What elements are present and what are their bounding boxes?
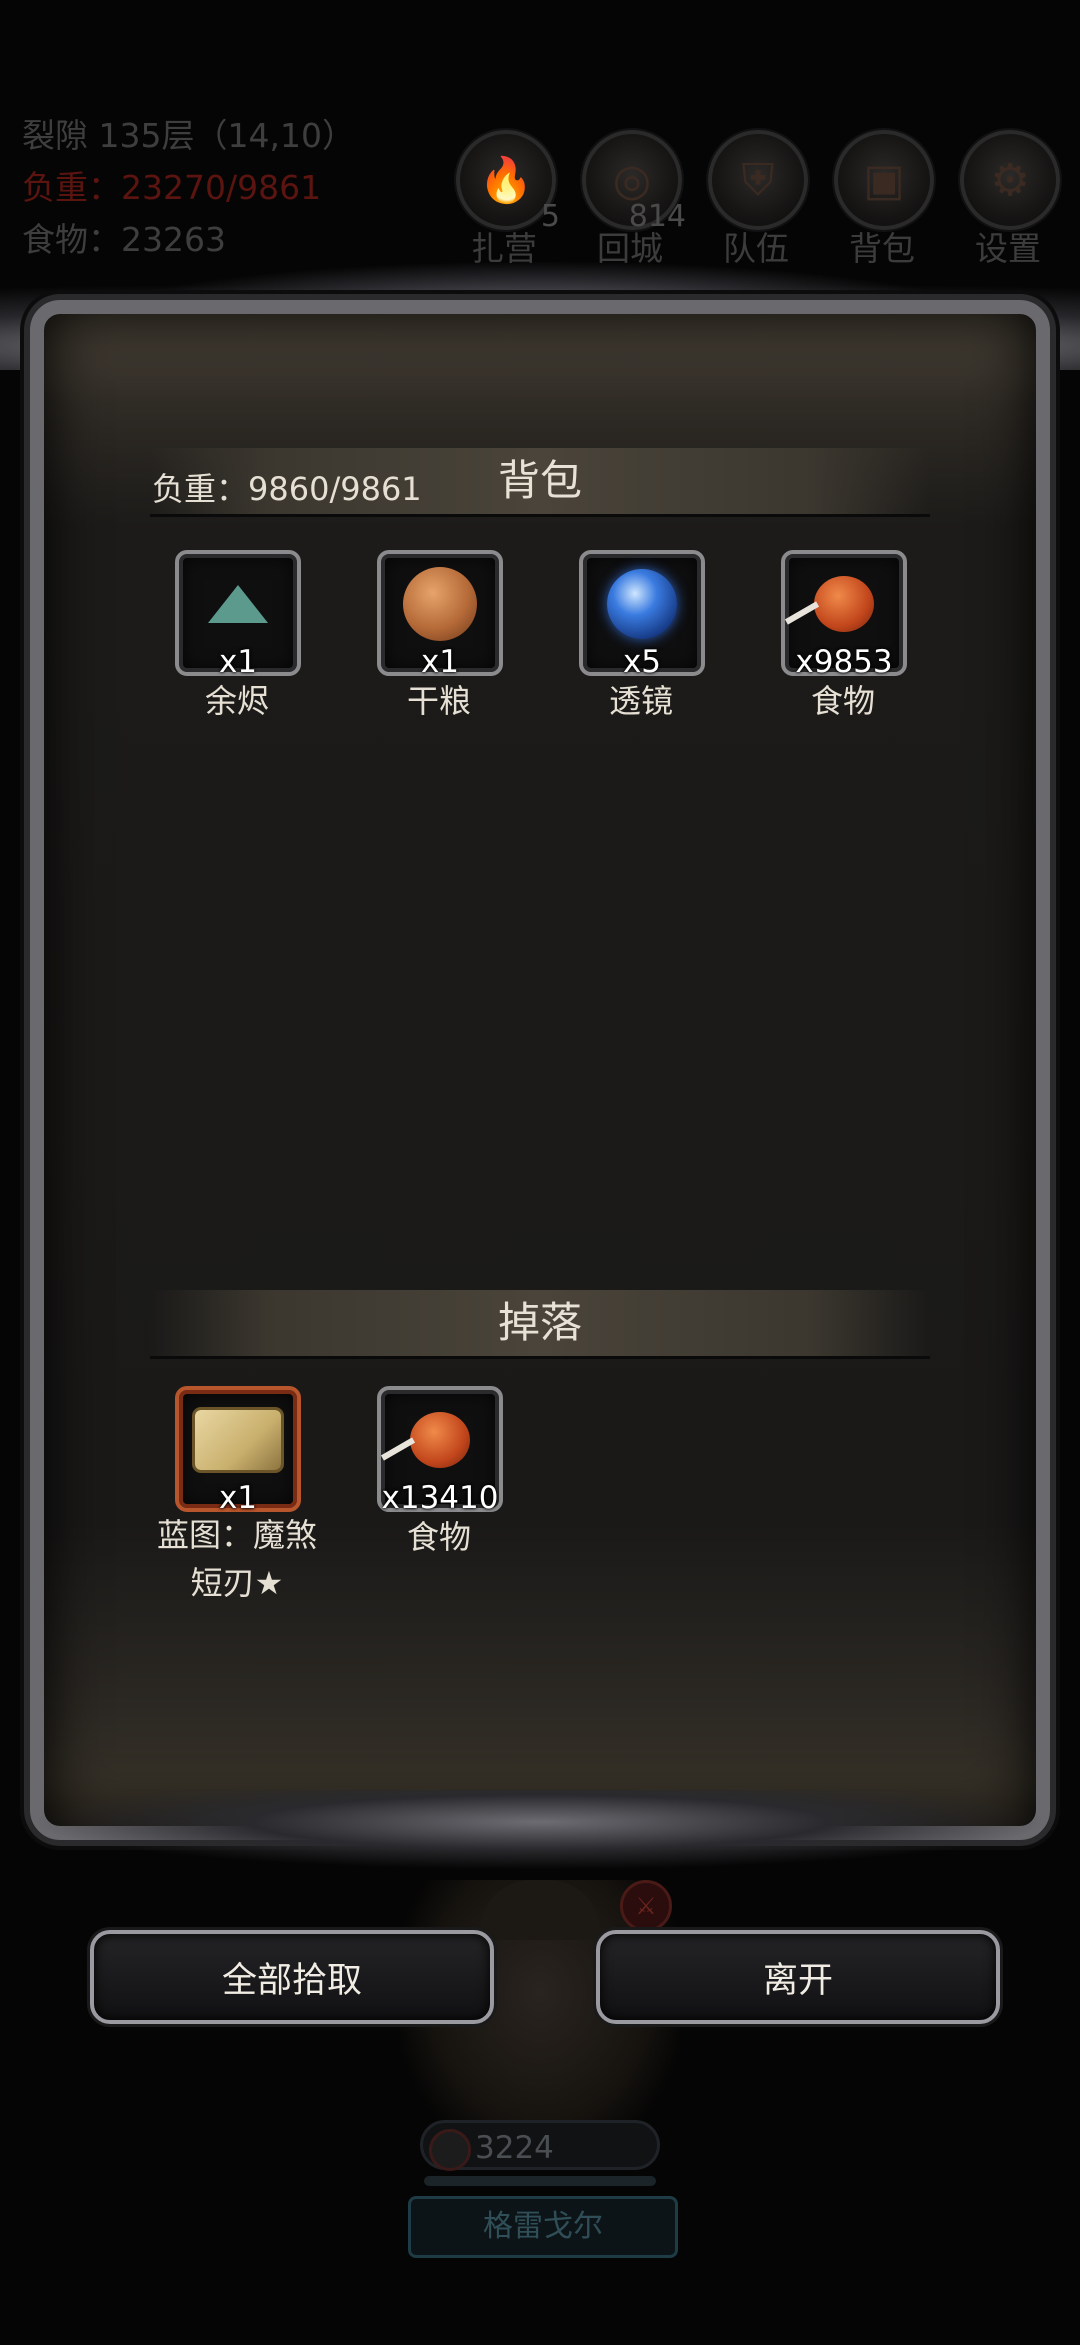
drop-item[interactable]: x1 蓝图：魔煞 短刃★ (157, 1386, 317, 1606)
camp-button[interactable]: 🔥 5 扎营 (456, 130, 560, 270)
backpack-item[interactable]: x9853 食物 (781, 550, 907, 724)
hp-bar: 3224 (420, 2120, 660, 2171)
portal-icon: ◎ (612, 154, 652, 206)
blueprint-scroll-icon (195, 1409, 281, 1470)
ember-pyramid-icon (208, 584, 268, 623)
drops-header: 掉落 (150, 1290, 930, 1359)
meat-drumstick-icon (814, 575, 874, 632)
item-qty: x1 (218, 1480, 258, 1516)
pickup-all-button[interactable]: 全部拾取 (90, 1930, 494, 2024)
lens-orb-icon (607, 568, 677, 639)
item-name: 余烬 (204, 682, 269, 720)
hp-icon (429, 2129, 471, 2171)
backpack-item[interactable]: x1 余烬 (175, 550, 301, 724)
camp-badge: 5 (540, 199, 560, 234)
item-qty: x5 (622, 644, 662, 680)
campfire-icon: 🔥 (478, 155, 534, 206)
team-button[interactable]: ⛨ 队伍 (708, 130, 808, 270)
shield-icon: ⛨ (741, 154, 775, 206)
ration-cake-icon (403, 566, 477, 641)
drop-item[interactable]: x13410 食物 (377, 1386, 503, 1560)
return-town-button[interactable]: ◎ 814 回城 (582, 130, 686, 270)
backpack-item[interactable]: x1 干粮 (377, 550, 503, 724)
return-badge: 814 (628, 199, 686, 234)
backpack-weight: 负重：9860/9861 (152, 470, 422, 508)
settings-button[interactable]: ⚙ 设置 (960, 130, 1060, 270)
item-qty: x9853 (795, 644, 893, 680)
location-text: 裂隙 135层（14,10） (22, 116, 355, 155)
drops-title: 掉落 (497, 1298, 582, 1347)
hp-line (424, 2176, 656, 2186)
load-text: 负重：23270/9861 (22, 168, 322, 207)
class-emblem-icon: ⚔ (620, 1880, 672, 1932)
hp-value: 3224 (475, 2130, 554, 2166)
item-qty: x1 (420, 644, 460, 680)
item-name: 干粮 (406, 682, 471, 720)
item-name: 透镜 (608, 682, 673, 720)
meat-drumstick-icon (410, 1411, 470, 1468)
leave-button[interactable]: 离开 (596, 1930, 1000, 2024)
item-name: 食物 (406, 1518, 471, 1556)
hud-status: 裂隙 135层（14,10） 负重：23270/9861 食物：23263 (22, 110, 355, 266)
character-name[interactable]: 格雷戈尔 (408, 2196, 678, 2258)
item-name: 蓝图：魔煞 (156, 1516, 317, 1554)
panel-bottom-ornament (30, 1790, 1050, 1870)
loot-panel (30, 300, 1050, 1840)
item-qty: x1 (218, 644, 258, 680)
chest-icon: ▣ (863, 154, 905, 206)
item-name: 食物 (810, 682, 875, 720)
item-name-line2: 短刃★ (190, 1564, 284, 1602)
backpack-item[interactable]: x5 透镜 (579, 550, 705, 724)
backpack-button[interactable]: ▣ 背包 (834, 130, 934, 270)
item-qty: x13410 (381, 1480, 499, 1516)
gear-icon: ⚙ (990, 154, 1030, 206)
